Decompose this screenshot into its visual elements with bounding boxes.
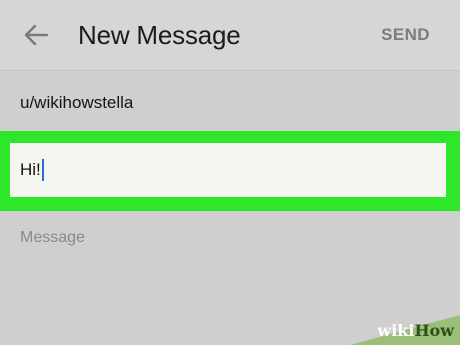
text-caret bbox=[41, 159, 44, 181]
message-field[interactable]: Message bbox=[20, 226, 440, 250]
subject-value: Hi! bbox=[20, 160, 41, 179]
watermark-logo: wikiHow bbox=[377, 321, 454, 341]
new-message-screen: New Message SEND u/wikihowstella Hi! Mes… bbox=[0, 0, 460, 345]
watermark-wiki: wiki bbox=[377, 321, 415, 340]
subject-field[interactable]: Hi! bbox=[10, 143, 446, 197]
arrow-left-icon bbox=[24, 24, 49, 46]
subject-highlight: Hi! bbox=[0, 131, 460, 211]
page-title: New Message bbox=[78, 20, 241, 50]
send-button[interactable]: SEND bbox=[381, 24, 430, 46]
recipient-field[interactable]: u/wikihowstella bbox=[20, 90, 440, 116]
app-bar: New Message SEND bbox=[0, 0, 460, 70]
header-divider bbox=[0, 70, 460, 71]
watermark-how: How bbox=[414, 321, 454, 340]
back-button[interactable] bbox=[18, 18, 54, 52]
wikihow-watermark: wikiHow bbox=[350, 315, 460, 345]
